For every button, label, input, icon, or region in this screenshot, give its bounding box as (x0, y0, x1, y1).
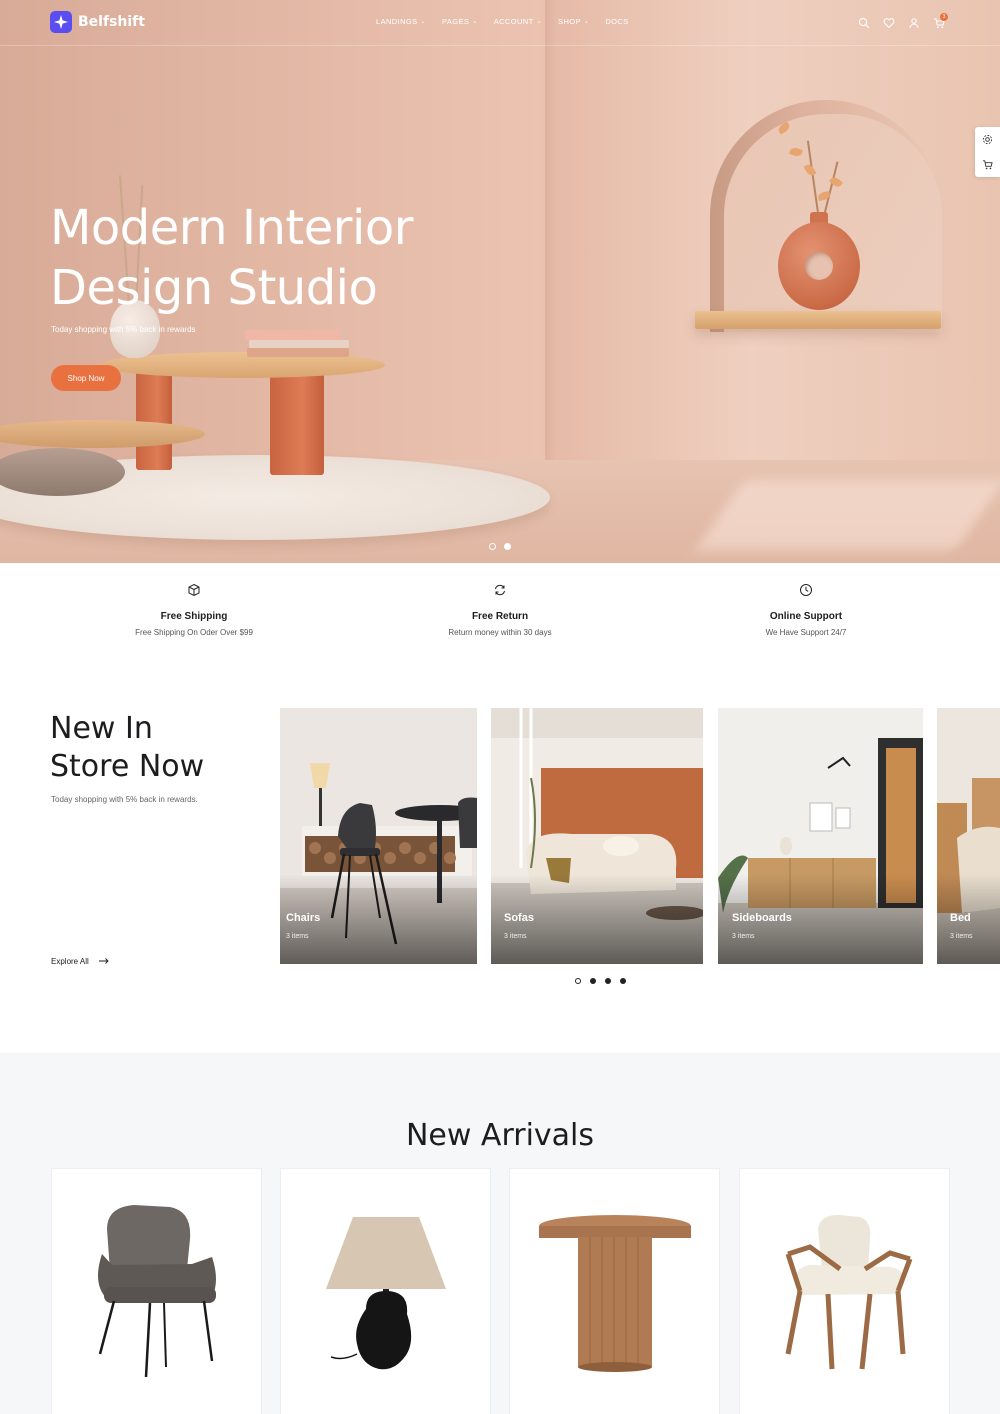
page-dot-1[interactable] (575, 978, 581, 984)
product-card-side-table[interactable] (509, 1168, 720, 1414)
nav-docs[interactable]: DOCS (605, 17, 628, 26)
explore-label: Explore All (51, 957, 89, 966)
cart-icon[interactable] (975, 152, 1000, 177)
nav-shop[interactable]: SHOP ⌄ (558, 17, 589, 26)
category-count: 3 items (286, 933, 309, 940)
nav-label: LANDINGS (376, 17, 418, 26)
product-card-armchair[interactable] (51, 1168, 262, 1414)
category-card-chairs[interactable]: Chairs 3 items (280, 708, 477, 964)
feature-desc: Free Shipping On Oder Over $99 (135, 628, 253, 637)
slide-dot-1[interactable] (489, 543, 496, 550)
nav-label: PAGES (441, 17, 470, 26)
features-strip: Free Shipping Free Shipping On Oder Over… (0, 563, 1000, 663)
feature-free-shipping: Free Shipping Free Shipping On Oder Over… (74, 583, 314, 637)
category-card-sideboards[interactable]: Sideboards 3 items (718, 708, 923, 964)
nav-label: SHOP (558, 17, 581, 26)
feature-desc: Return money within 30 days (448, 628, 552, 637)
wooden-chair-image (785, 1214, 913, 1370)
hero-subtitle: Today shopping with 5% back in rewards (51, 325, 196, 334)
logo-icon (50, 11, 72, 33)
wall-corner (545, 0, 557, 470)
hero-banner: Modern Interior Design Studio Today shop… (0, 0, 1000, 563)
brand-logo[interactable]: Belfshift (50, 11, 145, 33)
settings-icon[interactable] (975, 127, 1000, 152)
hero-title-line2: Design Studio (50, 260, 378, 316)
arrow-right-icon (98, 957, 109, 966)
header-actions: 3 (858, 13, 948, 29)
store-title: New In Store Now (50, 710, 204, 786)
wall-shelf (695, 311, 941, 329)
page-dot-2[interactable] (590, 978, 596, 984)
hero-slider-dots (489, 543, 511, 550)
arrivals-title: New Arrivals (405, 1118, 595, 1153)
shop-now-button[interactable]: Shop Now (51, 365, 121, 391)
table-lamp-image (326, 1217, 446, 1370)
chevron-down-icon: ⌄ (583, 19, 590, 25)
search-icon[interactable] (858, 16, 870, 29)
category-carousel: Chairs 3 items Sofas 3 items Sideboards … (280, 708, 1000, 964)
box-icon (187, 583, 201, 597)
product-card-wooden-chair[interactable] (739, 1168, 950, 1414)
donut-vase (778, 222, 860, 310)
page-dot-3[interactable] (605, 978, 611, 984)
table-leg (270, 370, 324, 475)
category-count: 3 items (950, 933, 973, 940)
feature-title: Free Shipping (160, 611, 228, 622)
hero-title: Modern Interior Design Studio (50, 198, 470, 318)
side-table-top (0, 420, 205, 448)
cart-count-badge: 3 (940, 13, 948, 21)
table-leg (136, 370, 172, 470)
book-stack (245, 330, 350, 357)
clock-icon (799, 583, 813, 597)
product-card-table-lamp[interactable] (280, 1168, 491, 1414)
slide-dot-2[interactable] (504, 543, 511, 550)
armchair-image (98, 1205, 216, 1378)
new-arrivals-section: New Arrivals (0, 1053, 1000, 1414)
sunlight-patch (695, 480, 1000, 550)
store-subtitle: Today shopping with 5% back in rewards. (51, 795, 198, 804)
nav-label: ACCOUNT (493, 17, 534, 26)
nav-pages[interactable]: PAGES ⌄ (442, 17, 478, 26)
chevron-down-icon: ⌄ (420, 19, 426, 25)
category-card-bed[interactable]: Bed 3 items (937, 708, 1000, 964)
user-icon[interactable] (908, 16, 920, 29)
brand-name: Belfshift (78, 14, 145, 30)
category-name: Sofas (504, 912, 534, 924)
refresh-icon (493, 583, 507, 597)
hero-title-line1: Modern Interior (50, 200, 413, 256)
nav-label: DOCS (605, 17, 629, 26)
category-name: Bed (950, 912, 971, 924)
category-name: Sideboards (732, 912, 792, 924)
chevron-down-icon: ⌄ (536, 19, 543, 25)
feature-free-return: Free Return Return money within 30 days (380, 583, 620, 637)
side-toolbar (975, 127, 1000, 177)
category-count: 3 items (732, 933, 755, 940)
category-count: 3 items (504, 933, 527, 940)
page-dot-4[interactable] (620, 978, 626, 984)
site-header: Belfshift LANDINGS ⌄ PAGES ⌄ ACCOUNT ⌄ SHOP… (0, 0, 1000, 46)
feature-online-support: Online Support We Have Support 24/7 (686, 583, 926, 637)
category-slider-dots (575, 978, 626, 984)
chevron-down-icon: ⌄ (472, 19, 478, 25)
explore-all-link[interactable]: Explore All (51, 957, 109, 966)
feature-title: Free Return (471, 611, 529, 622)
nav-account[interactable]: ACCOUNT ⌄ (494, 17, 542, 26)
category-name: Chairs (286, 912, 321, 924)
category-card-sofas[interactable]: Sofas 3 items (491, 708, 703, 964)
store-title-line2: Store Now (50, 749, 205, 784)
main-nav: LANDINGS ⌄ PAGES ⌄ ACCOUNT ⌄ SHOP ⌄ DOCS (376, 17, 629, 26)
nav-landings[interactable]: LANDINGS ⌄ (376, 17, 426, 26)
side-table-image (539, 1215, 691, 1372)
cart-icon[interactable]: 3 (933, 13, 948, 29)
feature-title: Online Support (769, 611, 843, 622)
heart-icon[interactable] (883, 16, 895, 29)
store-title-line1: New In (50, 711, 153, 746)
feature-desc: We Have Support 24/7 (765, 628, 847, 637)
